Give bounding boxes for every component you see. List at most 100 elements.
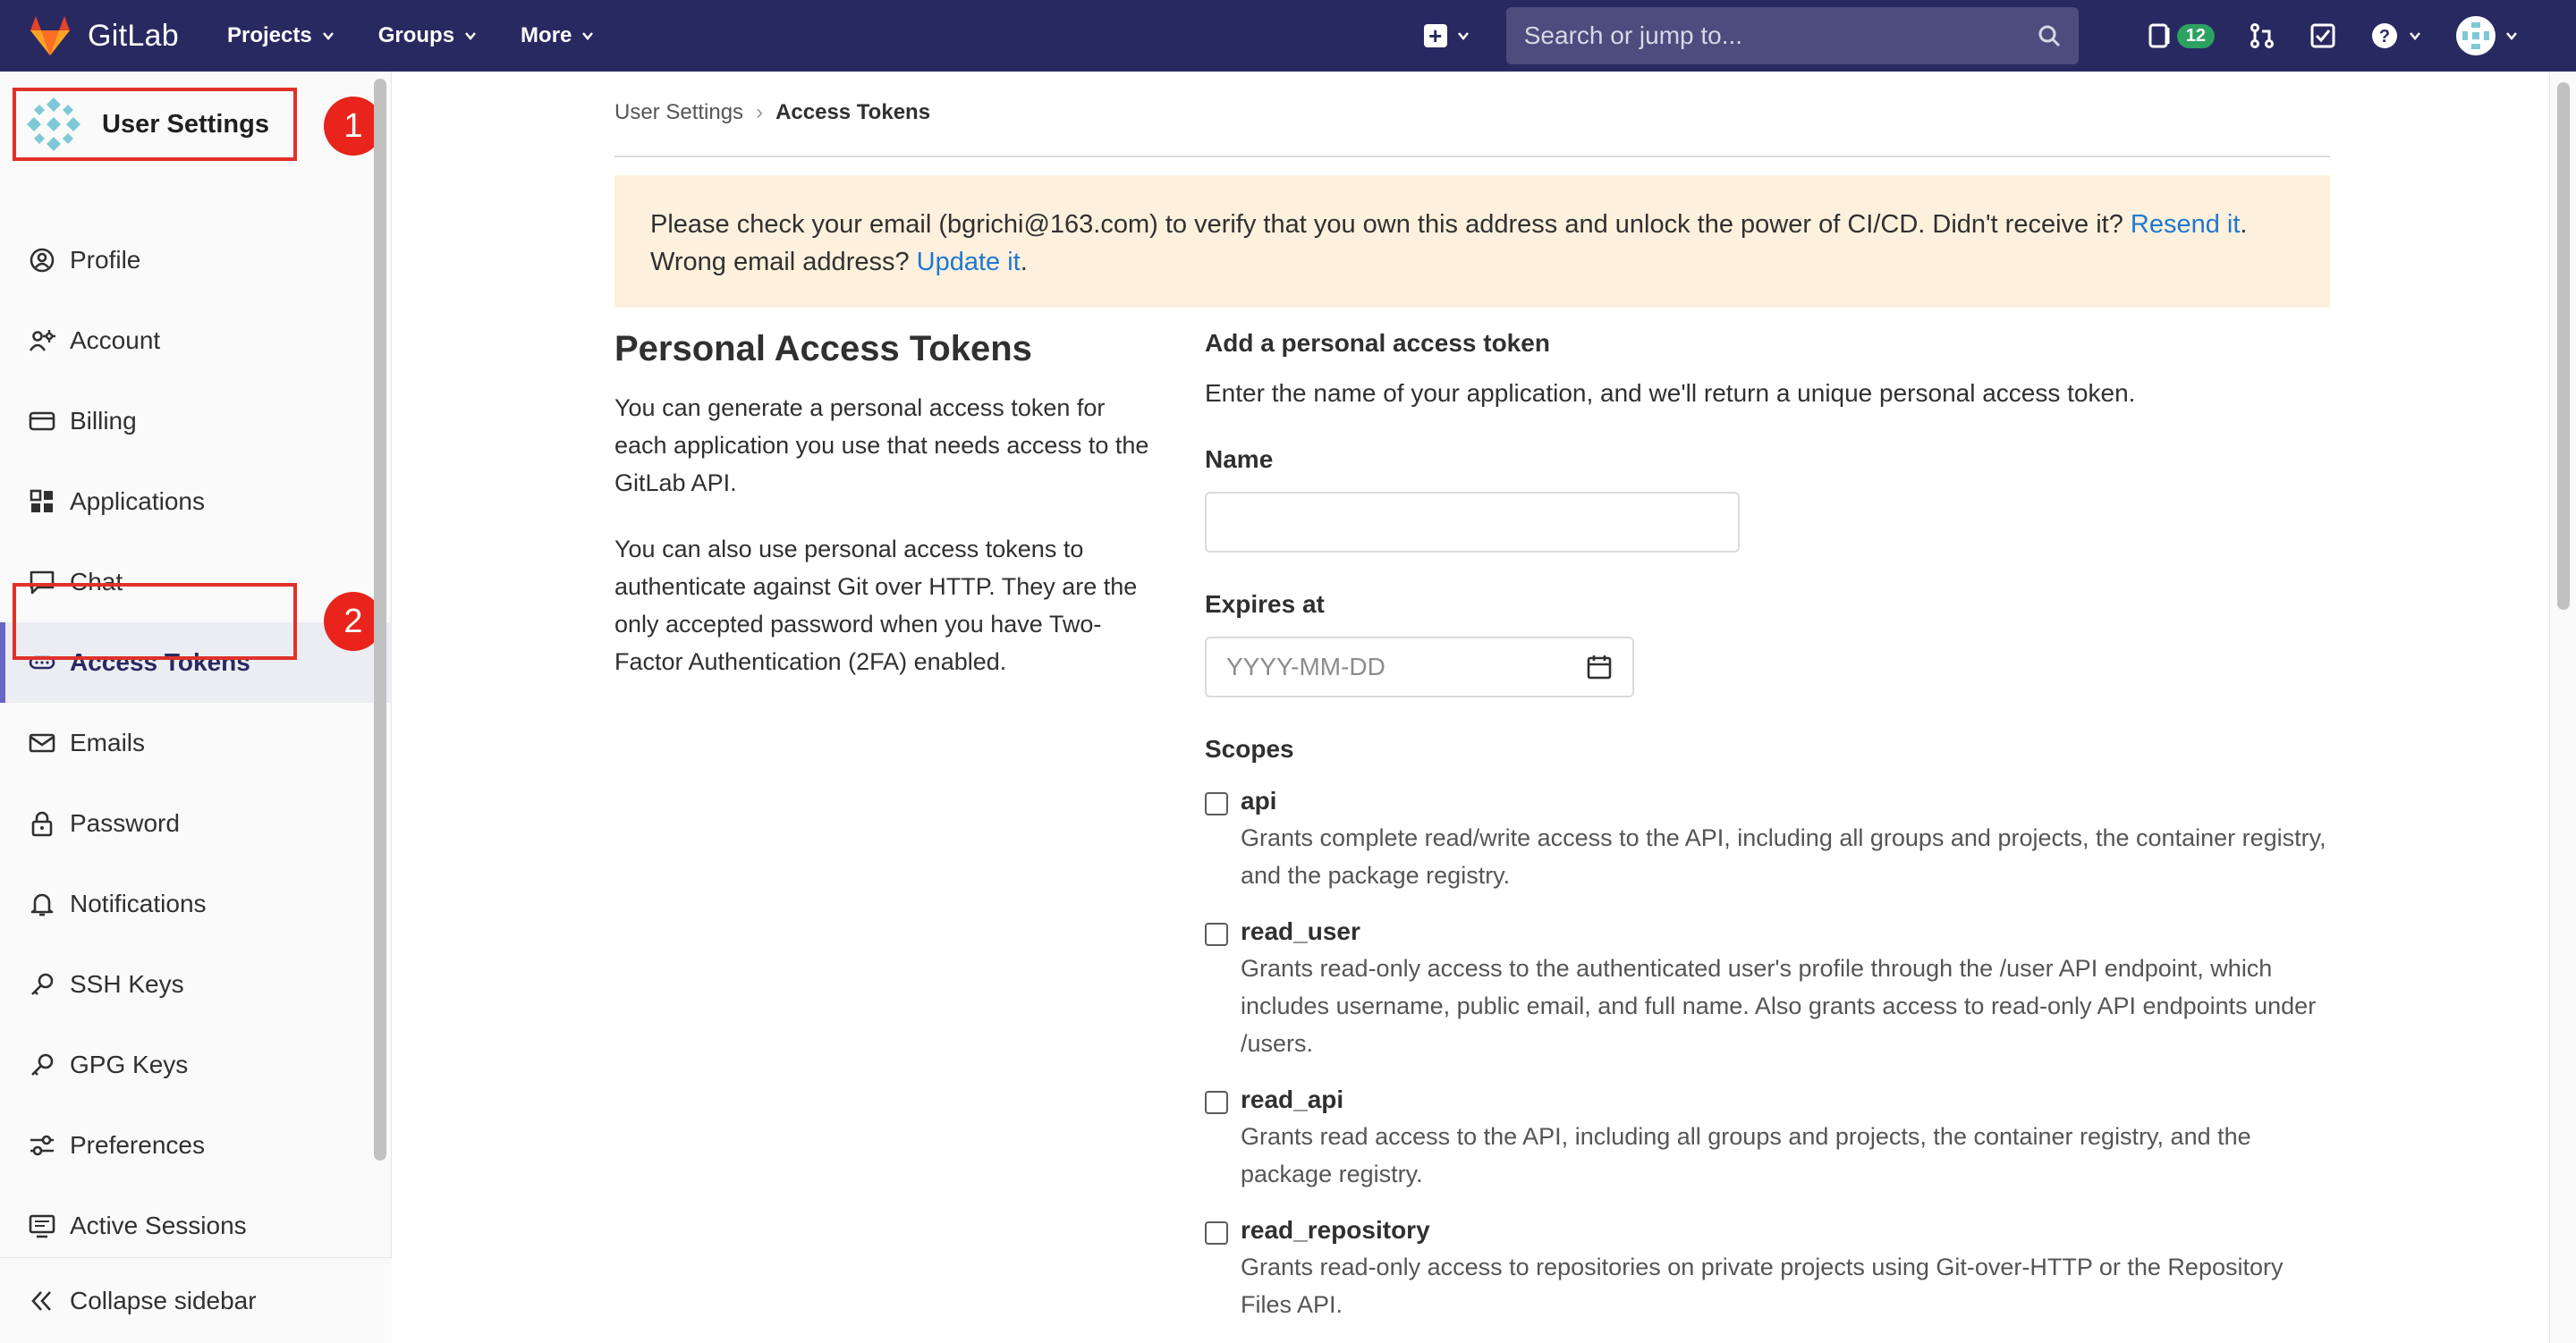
sidebar-item-account[interactable]: Account xyxy=(0,300,392,381)
top-navbar: GitLab Projects Groups More + 12 xyxy=(0,0,2576,72)
new-dropdown-button[interactable]: + xyxy=(1423,24,1470,47)
credit-card-icon xyxy=(29,411,55,431)
form-description: Enter the name of your application, and … xyxy=(1205,379,2136,407)
page-scrollbar-thumb[interactable] xyxy=(2557,82,2570,610)
expires-at-input[interactable] xyxy=(1226,653,1586,681)
svg-text:?: ? xyxy=(2379,27,2390,46)
key-icon xyxy=(31,973,54,995)
sidebar-nav: Profile Account Billing Applications Cha… xyxy=(0,220,392,1266)
scope-read-repository-checkbox[interactable] xyxy=(1205,1221,1228,1245)
scope-read-user-checkbox[interactable] xyxy=(1205,923,1228,946)
issues-count-badge: 12 xyxy=(2176,23,2215,48)
page-title: Personal Access Tokens xyxy=(614,329,1032,368)
sidebar-item-profile[interactable]: Profile xyxy=(0,220,392,300)
profile-icon xyxy=(30,248,55,273)
scope-description: Grants complete read/write access to the… xyxy=(1241,824,2326,889)
brand[interactable]: GitLab xyxy=(27,14,179,57)
alert-text: Please check your email (bgrichi@163.com… xyxy=(650,210,2131,239)
nav-right: + 12 ? xyxy=(1423,7,2519,64)
todos-button[interactable] xyxy=(2309,22,2336,49)
scope-description: Grants read-only access to the authentic… xyxy=(1241,955,2317,1057)
breadcrumb-separator: › xyxy=(756,100,764,124)
sidebar-item-label: Billing xyxy=(70,407,137,435)
divider xyxy=(614,156,2330,157)
nav-menu: Projects Groups More xyxy=(227,23,638,48)
scope-read-api: read_api Grants read access to the API, … xyxy=(1205,1085,2330,1193)
token-name-input[interactable] xyxy=(1226,508,1718,536)
sidebar-item-gpg-keys[interactable]: GPG Keys xyxy=(0,1025,392,1105)
gitlab-logo-icon xyxy=(30,16,70,55)
issues-button[interactable]: 12 xyxy=(2148,22,2215,49)
sidebar-item-label: Account xyxy=(70,326,161,354)
user-menu-button[interactable] xyxy=(2456,16,2519,55)
merge-requests-button[interactable] xyxy=(2249,22,2275,49)
update-email-link[interactable]: Update it xyxy=(917,248,1021,276)
nav-more[interactable]: More xyxy=(521,23,595,48)
sidebar-item-billing[interactable]: Billing xyxy=(0,381,392,461)
bell-icon xyxy=(30,893,54,916)
help-icon: ? xyxy=(2372,23,2397,48)
sidebar-scrollbar[interactable] xyxy=(374,79,386,1161)
identicon-icon xyxy=(2462,22,2489,49)
scope-description: Grants read-only access to repositories … xyxy=(1241,1254,2284,1318)
nav-groups[interactable]: Groups xyxy=(378,23,478,48)
chevron-down-icon xyxy=(582,32,594,40)
user-settings-avatar-icon xyxy=(27,97,80,151)
help-button[interactable]: ? xyxy=(2370,21,2422,50)
preferences-icon xyxy=(30,1135,54,1156)
alert-wrong-email-text: Wrong email address? xyxy=(650,248,917,276)
search-input[interactable] xyxy=(1523,21,2038,50)
page-scrollbar[interactable] xyxy=(2549,72,2576,1343)
brand-name: GitLab xyxy=(88,18,179,53)
double-chevron-left-icon xyxy=(31,1290,51,1311)
breadcrumb-current[interactable]: Access Tokens xyxy=(775,100,930,125)
sidebar-item-notifications[interactable]: Notifications xyxy=(0,864,392,944)
lock-icon xyxy=(31,811,53,837)
scope-read-user: read_user Grants read-only access to the… xyxy=(1205,917,2330,1062)
sidebar-item-password[interactable]: Password xyxy=(0,783,392,864)
sidebar-item-emails[interactable]: Emails xyxy=(0,703,392,783)
chevron-down-icon xyxy=(2506,32,2517,40)
name-label: Name xyxy=(1205,445,1274,473)
intro-paragraph-2: You can also use personal access tokens … xyxy=(614,536,1138,675)
sidebar-item-label: Active Sessions xyxy=(70,1212,247,1239)
scope-read-api-checkbox[interactable] xyxy=(1205,1091,1228,1114)
token-form: Add a personal access token Enter the na… xyxy=(1205,322,2330,1323)
intro-paragraph-1: You can generate a personal access token… xyxy=(614,394,1149,496)
scope-name: read_repository xyxy=(1241,1216,1430,1244)
nav-groups-label: Groups xyxy=(377,23,455,47)
mail-icon xyxy=(29,733,55,753)
search-box[interactable] xyxy=(1505,7,2079,64)
chevron-down-icon xyxy=(2410,32,2420,40)
form-heading: Add a personal access token xyxy=(1205,329,1550,357)
scope-read-repository: read_repository Grants read-only access … xyxy=(1205,1216,2330,1323)
breadcrumb-parent[interactable]: User Settings xyxy=(614,100,743,125)
scope-name: api xyxy=(1241,787,1277,815)
calendar-icon[interactable] xyxy=(1586,654,1613,680)
collapse-sidebar-button[interactable]: Collapse sidebar xyxy=(0,1257,392,1343)
sidebar-item-label: Preferences xyxy=(70,1131,205,1159)
resend-link[interactable]: Resend it xyxy=(2131,210,2241,239)
plus-icon: + xyxy=(1423,24,1447,47)
sidebar-header[interactable]: User Settings xyxy=(13,88,297,161)
sidebar-item-preferences[interactable]: Preferences xyxy=(0,1105,392,1186)
chevron-down-icon xyxy=(322,32,334,40)
sidebar-item-ssh-keys[interactable]: SSH Keys xyxy=(0,944,392,1025)
sidebar-item-label: Password xyxy=(70,809,180,837)
sidebar-item-active-sessions[interactable]: Active Sessions xyxy=(0,1186,392,1266)
sidebar-item-label: Emails xyxy=(70,729,146,756)
nav-more-label: More xyxy=(521,23,572,47)
key-icon xyxy=(31,1053,54,1076)
sidebar-item-label: SSH Keys xyxy=(70,970,184,998)
name-field-wrapper xyxy=(1205,492,1740,553)
intro-column: Personal Access Tokens You can generate … xyxy=(614,322,1151,680)
alert-text-period: . xyxy=(2240,210,2248,239)
alert-text-end: . xyxy=(1020,248,1028,276)
scope-api-checkbox[interactable] xyxy=(1205,792,1228,815)
expires-label: Expires at xyxy=(1205,590,1325,618)
chevron-down-icon xyxy=(465,32,477,40)
sidebar-item-applications[interactable]: Applications xyxy=(0,461,392,542)
nav-projects[interactable]: Projects xyxy=(227,23,335,48)
sidebar-title: User Settings xyxy=(102,109,269,139)
sidebar-item-label: GPG Keys xyxy=(70,1051,189,1078)
